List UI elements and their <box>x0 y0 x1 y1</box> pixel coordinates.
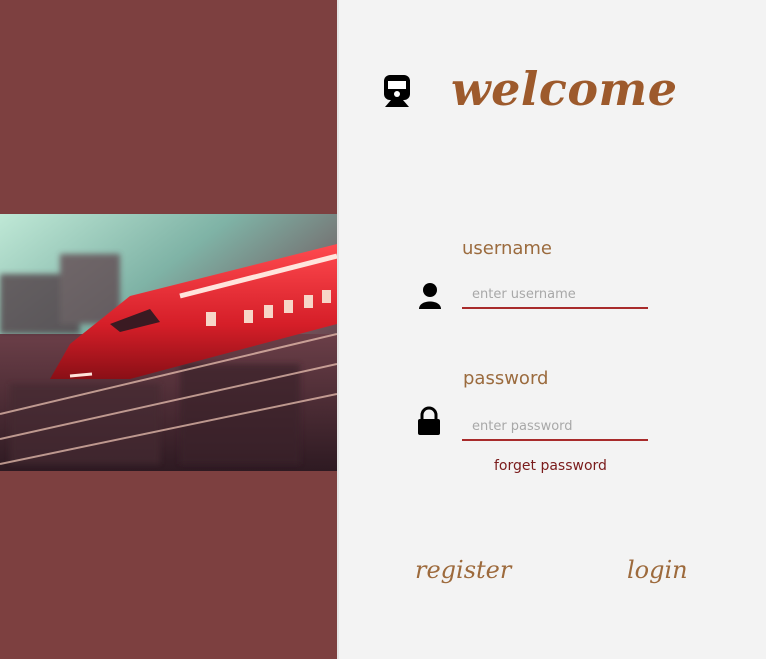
login-button[interactable]: login <box>627 556 688 584</box>
forget-password-link[interactable]: forget password <box>494 458 607 474</box>
username-input[interactable] <box>462 281 648 309</box>
register-button[interactable]: register <box>415 556 511 584</box>
password-input[interactable] <box>462 413 648 441</box>
lock-icon <box>418 406 440 435</box>
train-image <box>0 214 337 471</box>
username-label: username <box>462 238 552 259</box>
password-label: password <box>463 368 549 389</box>
login-panel: welcome username password forget passwor… <box>339 0 766 659</box>
left-panel <box>0 0 338 659</box>
user-icon <box>419 283 441 309</box>
train-icon <box>384 75 410 107</box>
page-title: welcome <box>451 62 678 116</box>
